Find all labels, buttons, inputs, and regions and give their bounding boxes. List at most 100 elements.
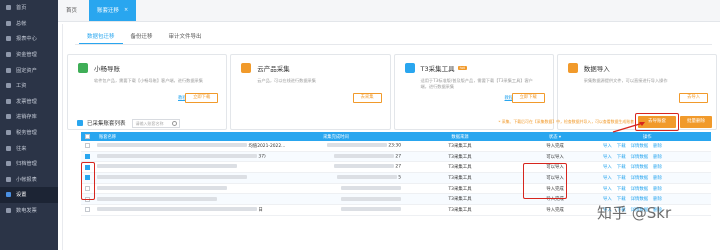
row-action-link[interactable]: 导入 (603, 154, 612, 160)
list-icon (77, 120, 83, 126)
row-checkbox[interactable] (84, 207, 90, 213)
row-action-link[interactable]: 详情数据 (631, 175, 649, 181)
row-action-link[interactable]: 导入 (603, 143, 612, 149)
sidebar-item[interactable]: 税务管理 (0, 125, 58, 141)
row-checkbox[interactable] (84, 143, 90, 149)
redacted-text (97, 207, 257, 212)
redacted-text (341, 207, 401, 212)
table-row[interactable]: T3采集工具 导入完成 导入 下载 详情数据 删除 (81, 184, 711, 195)
archive-icon (6, 161, 11, 167)
card-button[interactable]: 立即下载 (185, 93, 219, 103)
content-panel: 数据包迁移 备份迁移 审计文件导出 小畅导账 软件包产品，需要下载【小畅导账】客户… (62, 24, 720, 250)
row-action-link[interactable]: 删除 (653, 143, 662, 149)
card-button[interactable]: 去采集 (352, 93, 382, 103)
arrow-icon (612, 122, 645, 133)
card-button[interactable]: 去导入 (679, 93, 708, 103)
sidebar-item[interactable]: 工资 (0, 78, 58, 94)
collect-time-tail: 23:30 (388, 143, 401, 149)
row-action-link[interactable]: 详情数据 (631, 154, 649, 160)
row-action-link[interactable]: 导入 (603, 186, 612, 192)
redacted-text (341, 196, 401, 201)
row-action-link[interactable]: 删除 (653, 175, 662, 181)
row-action-link[interactable]: 导入 (603, 175, 612, 181)
row-action-link[interactable]: 删除 (653, 164, 662, 170)
sidebar-item[interactable]: 固定资产 (0, 62, 58, 78)
row-action-link[interactable]: 下载 (617, 175, 626, 181)
row-action-link[interactable]: 删除 (653, 186, 662, 192)
table-row[interactable]: 5 T3采集工具 可以导入 导入 下载 详情数据 删除 (81, 173, 711, 184)
collect-time-tail: 27 (395, 164, 401, 170)
sidebar-item-label: 设置 (16, 192, 27, 199)
sidebar-item-label: 工资 (16, 83, 27, 90)
account-name: 日 (93, 207, 293, 213)
card-icon (241, 63, 252, 73)
collect-time-tail: 5 (398, 175, 401, 181)
ledger-icon (6, 20, 11, 26)
card-title: T3采集工具 hot (404, 63, 467, 73)
sidebar-item[interactable]: 设置 (0, 187, 58, 203)
card-description: 适用于T3标准版/普及版产品，需要下载【T3采集工具】客户端，进行数据采集 (420, 78, 533, 89)
sidebar-item-label: 首页 (16, 5, 27, 12)
status-highlight-box (523, 163, 567, 199)
header-actions: 操作 (643, 134, 652, 140)
redacted-text (97, 153, 257, 158)
sidebar-item[interactable]: 数电发票 (0, 203, 58, 219)
table-row[interactable]: 27 T3采集工具 可以导入 导入 下载 详情数据 删除 (81, 162, 711, 174)
card-title: 小畅导账 (78, 63, 120, 73)
account-name (93, 196, 293, 203)
salary-icon (6, 83, 11, 89)
subtab-audit-export[interactable]: 审计文件导出 (161, 30, 210, 44)
row-action-link[interactable]: 导入 (603, 164, 612, 170)
row-action-link[interactable]: 下载 (617, 154, 626, 160)
row-action-link[interactable]: 详情数据 (631, 186, 649, 192)
row-action-link[interactable]: 下载 (617, 164, 626, 170)
collect-time (293, 185, 405, 192)
collect-time: 27 (293, 153, 405, 160)
row-action-link[interactable]: 详情数据 (631, 164, 649, 170)
hot-badge: hot (457, 66, 467, 70)
settings-icon (6, 192, 11, 198)
filter-icon[interactable]: ▾ (559, 135, 561, 140)
sidebar-item[interactable]: 归档管理 (0, 156, 58, 172)
card-title-text: 云产品采集 (257, 65, 290, 73)
row-action-link[interactable]: 删除 (653, 154, 662, 160)
select-all-checkbox[interactable] (84, 134, 90, 139)
row-checkbox[interactable] (84, 154, 90, 160)
row-action-link[interactable]: 详情数据 (631, 143, 649, 149)
table-row[interactable]: 37) 27 T3采集工具 可以导入 导入 下载 详情数据 删除 (81, 151, 711, 163)
sidebar-item[interactable]: 小帐报表 (0, 172, 58, 188)
row-action-link[interactable]: 下载 (617, 186, 626, 192)
card-icon (78, 63, 88, 73)
sidebar-item[interactable]: 进销存库 (0, 109, 58, 125)
sidebar-item[interactable]: 资金管理 (0, 47, 58, 63)
redacted-text (97, 175, 247, 180)
account-name-tail: 日 (258, 207, 263, 213)
sidebar-item[interactable]: 总帐 (0, 16, 58, 32)
sidebar-item[interactable]: 首页 (0, 0, 58, 16)
sidebar-item[interactable]: 往来 (0, 140, 58, 156)
header-source: 数据来源 (451, 134, 469, 140)
row-action-link[interactable]: 下载 (617, 143, 626, 149)
account-name (93, 175, 293, 181)
subtab-package[interactable]: 数据包迁移 (79, 30, 123, 44)
collect-time: 23:30 (293, 143, 405, 149)
header-time: 采集完成时间 (323, 134, 349, 140)
table-row[interactable]: 均值2021-2022... 23:30 T3采集工具 导入完成 导入 下载 详情数据 删除 (81, 141, 711, 152)
header-status[interactable]: 状态 ▾ (515, 134, 595, 140)
money-icon (6, 52, 11, 58)
sidebar-item[interactable]: 报表中心 (0, 31, 58, 47)
close-icon[interactable]: × (124, 7, 128, 13)
collect-time-tail: 27 (395, 154, 401, 160)
sidebar-item[interactable]: 发票管理 (0, 94, 58, 110)
tab-migration[interactable]: 账套迁移 × (89, 0, 137, 21)
card-button[interactable]: 立即下载 (511, 93, 545, 103)
subtab-backup[interactable]: 备份迁移 (123, 30, 161, 44)
tab-home[interactable]: 首页 (58, 0, 85, 21)
header-status-label: 状态 (548, 134, 558, 140)
search-icon[interactable] (171, 120, 177, 126)
subtab-bar: 数据包迁移 备份迁移 审计文件导出 (79, 30, 210, 44)
batch-delete-button[interactable]: 批量删除 (680, 116, 712, 128)
card-description: 云产品，可以在线进行数据采集 (257, 78, 316, 83)
search-input[interactable]: 请输入账套名称 (131, 118, 180, 128)
table-header: 账套名称 采集完成时间 数据来源 状态 ▾ 操作 (81, 132, 711, 141)
